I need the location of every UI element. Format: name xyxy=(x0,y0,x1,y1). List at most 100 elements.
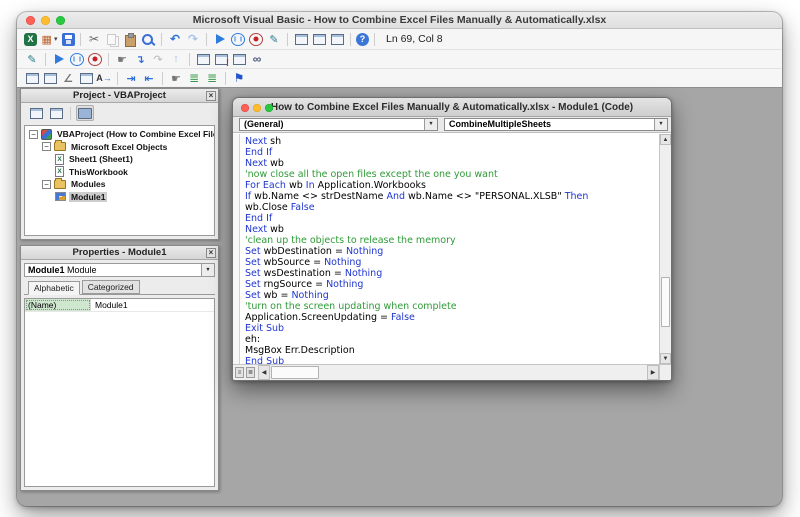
procedure-dropdown[interactable]: CombineMultipleSheets ▼ xyxy=(444,118,668,131)
app-titlebar[interactable]: Microsoft Visual Basic - How to Combine … xyxy=(17,12,782,29)
immediate-window-icon[interactable] xyxy=(213,52,229,68)
copy-icon[interactable] xyxy=(104,32,120,47)
toggle-folders-icon[interactable] xyxy=(76,105,94,121)
code-line: End Sub xyxy=(245,356,285,364)
complete-word-icon[interactable]: A xyxy=(96,71,112,86)
locals-window-icon[interactable] xyxy=(195,52,211,67)
panel-close-button[interactable]: × xyxy=(206,91,216,101)
break-icon[interactable] xyxy=(69,52,85,67)
code-window-titlebar[interactable]: How to Combine Excel Files Manually & Au… xyxy=(233,98,671,117)
expander-icon[interactable]: − xyxy=(42,142,51,152)
break-icon[interactable] xyxy=(230,32,246,47)
expander-icon[interactable]: − xyxy=(42,179,51,189)
panel-close-button[interactable]: × xyxy=(206,248,216,258)
tree-item[interactable]: − Modules xyxy=(25,177,214,191)
tree-item[interactable]: − Microsoft Excel Objects xyxy=(25,140,214,154)
reset-icon[interactable] xyxy=(248,32,264,47)
procedure-view-button[interactable]: ≡ xyxy=(235,367,244,378)
code-line: 'clean up the objects to release the mem… xyxy=(245,235,456,246)
toolbar-separator xyxy=(374,32,375,46)
toggle-breakpoint-icon[interactable]: ☛ xyxy=(168,71,184,86)
code-line: 'turn on the screen updating when comple… xyxy=(245,301,457,312)
list-properties-icon[interactable] xyxy=(24,71,40,86)
design-mode-icon[interactable]: ✎ xyxy=(24,52,40,67)
tree-item[interactable]: X Sheet1 (Sheet1) xyxy=(25,153,214,166)
indent-icon[interactable]: ⇥ xyxy=(123,71,139,86)
help-icon[interactable]: ? xyxy=(356,32,369,46)
vertical-scrollbar[interactable]: ▲ ▼ xyxy=(659,134,671,364)
step-into-icon[interactable]: ↴ xyxy=(132,52,148,67)
minimize-button[interactable] xyxy=(41,16,50,25)
scroll-down-arrow[interactable]: ▼ xyxy=(660,353,671,364)
project-explorer-icon[interactable] xyxy=(293,32,309,47)
tab-alphabetic[interactable]: Alphabetic xyxy=(28,281,80,295)
watch-window-icon[interactable] xyxy=(231,52,247,67)
design-mode-icon[interactable]: ✎ xyxy=(266,32,282,47)
code-line: 'now close all the open files except the… xyxy=(245,169,498,180)
comment-block-icon[interactable]: ≣ xyxy=(186,71,202,86)
object-selector-dropdown[interactable]: Module1 Module ▼ xyxy=(24,263,215,277)
step-out-icon[interactable]: ↑ xyxy=(168,52,184,67)
outdent-icon[interactable]: ⇤ xyxy=(141,71,157,86)
full-module-view-button[interactable]: ≣ xyxy=(246,367,255,378)
properties-window-icon[interactable] xyxy=(311,32,327,47)
view-object-icon[interactable] xyxy=(47,105,65,121)
minimize-button[interactable] xyxy=(253,104,261,112)
list-constants-icon[interactable] xyxy=(42,71,58,86)
toolbar-separator xyxy=(225,71,226,85)
tree-item[interactable]: − VBAProject (How to Combine Excel Files … xyxy=(25,128,214,141)
insert-userform-icon[interactable]: ▦ xyxy=(39,32,60,47)
find-icon[interactable] xyxy=(140,32,156,47)
object-dropdown[interactable]: (General) ▼ xyxy=(239,118,438,131)
toolbar-separator xyxy=(80,32,81,46)
vertical-scroll-thumb[interactable] xyxy=(661,276,670,328)
horizontal-scrollbar[interactable]: ◀ ▶ xyxy=(258,365,659,380)
dropdown-arrow-icon[interactable]: ▼ xyxy=(201,264,214,276)
tree-item[interactable]: X ThisWorkbook xyxy=(25,166,214,179)
close-button[interactable] xyxy=(26,16,35,25)
zoom-button[interactable] xyxy=(56,16,65,25)
object-browser-icon[interactable] xyxy=(329,32,345,47)
uncomment-block-icon[interactable]: ≣ xyxy=(204,71,220,86)
redo-icon[interactable]: ↷ xyxy=(185,32,201,47)
scroll-right-arrow[interactable]: ▶ xyxy=(647,365,659,380)
quick-info-icon[interactable]: ∠ xyxy=(60,71,76,86)
tab-categorized[interactable]: Categorized xyxy=(81,280,140,294)
project-panel-titlebar[interactable]: Project - VBAProject × xyxy=(21,89,218,103)
close-button[interactable] xyxy=(241,104,249,112)
view-excel-icon[interactable]: X xyxy=(24,32,37,46)
dropdown-arrow-icon[interactable]: ▼ xyxy=(424,119,437,130)
property-value-cell[interactable]: Module1 xyxy=(91,299,214,311)
parameter-info-icon[interactable] xyxy=(78,71,94,86)
paste-icon[interactable] xyxy=(122,32,138,47)
toggle-breakpoint-icon[interactable]: ☛ xyxy=(114,52,130,67)
reset-icon[interactable] xyxy=(87,52,103,67)
zoom-button[interactable] xyxy=(265,104,273,112)
project-tree[interactable]: −VBAProject (How to Combine Excel Files … xyxy=(24,125,215,236)
horizontal-scroll-thumb[interactable] xyxy=(271,366,319,379)
code-line: Application.ScreenUpdating = False xyxy=(245,312,415,323)
debug-toolbar: ✎ ☛↴↷↑ ∞ xyxy=(17,50,782,69)
property-name-cell[interactable]: (Name) xyxy=(25,299,91,311)
standard-toolbar: X▦ ✂ ↶↷ ✎? Ln 69, Col 8 xyxy=(17,29,782,50)
scroll-up-arrow[interactable]: ▲ xyxy=(660,134,671,145)
save-icon[interactable] xyxy=(62,32,75,46)
undo-icon[interactable]: ↶ xyxy=(167,32,183,47)
properties-panel-titlebar[interactable]: Properties - Module1 × xyxy=(21,246,218,260)
run-icon[interactable] xyxy=(212,32,228,47)
properties-tabs: Alphabetic Categorized xyxy=(24,280,215,295)
tree-item[interactable]: Module1 xyxy=(25,191,214,204)
toggle-bookmark-icon[interactable]: ⚑ xyxy=(231,71,247,86)
cut-icon[interactable]: ✂ xyxy=(86,32,102,47)
scroll-left-arrow[interactable]: ◀ xyxy=(258,365,270,380)
folder-icon xyxy=(54,140,66,152)
expander-icon[interactable]: − xyxy=(29,129,38,139)
object-dropdown-value: (General) xyxy=(244,119,284,129)
code-editor[interactable]: Next sh End If Next wb'now close all the o… xyxy=(240,134,659,364)
toolbar-separator xyxy=(45,52,46,66)
dropdown-arrow-icon[interactable]: ▼ xyxy=(654,119,667,130)
run-icon[interactable] xyxy=(51,52,67,67)
step-over-icon[interactable]: ↷ xyxy=(150,52,166,67)
view-code-icon[interactable] xyxy=(27,105,45,121)
quick-watch-icon[interactable]: ∞ xyxy=(249,52,265,67)
